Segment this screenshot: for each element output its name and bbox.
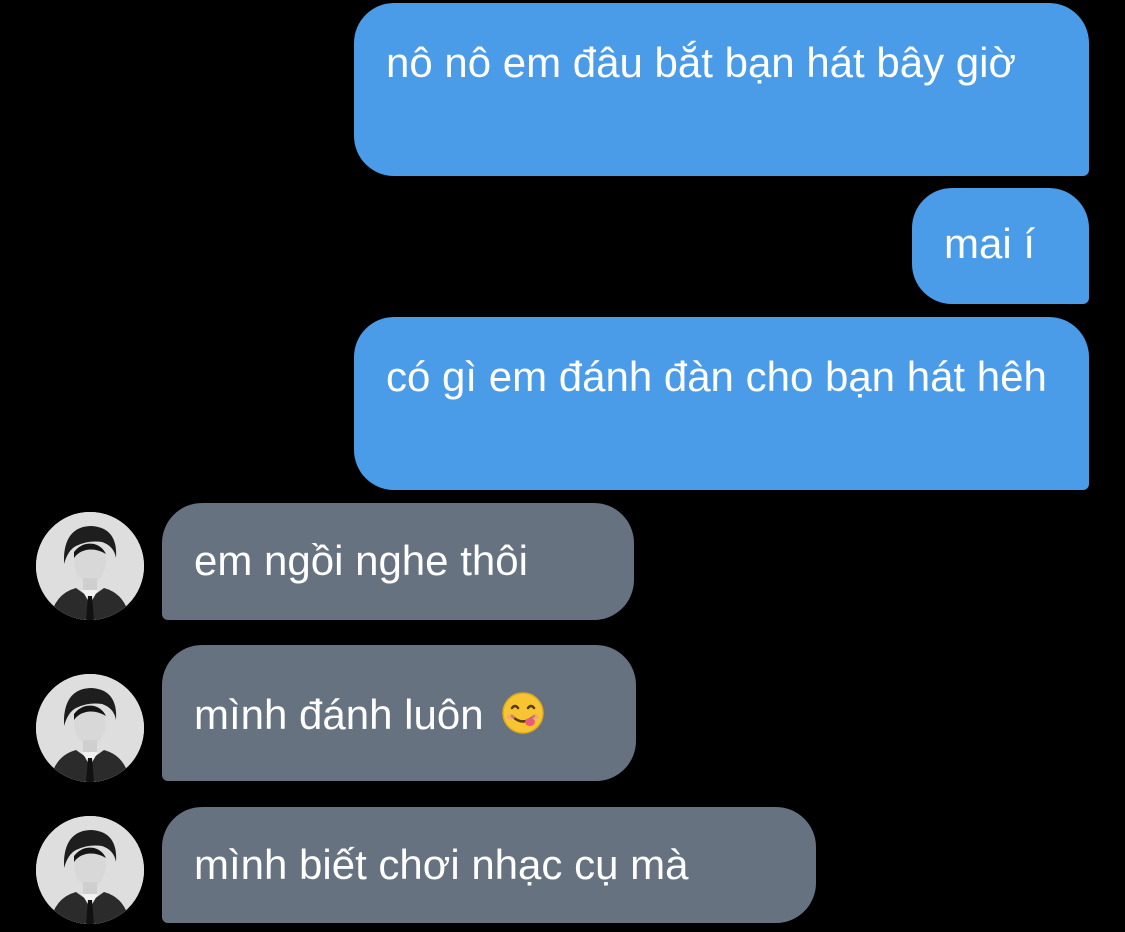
avatar[interactable] (36, 816, 144, 924)
message-bubble-outgoing[interactable]: có gì em đánh đàn cho bạn hát hêh (354, 317, 1089, 490)
avatar[interactable] (36, 512, 144, 620)
face-savoring-food-icon (501, 691, 545, 735)
message-text: mình đánh luôn (194, 691, 484, 738)
avatar[interactable] (36, 674, 144, 782)
message-bubble-incoming[interactable]: mình đánh luôn (162, 645, 636, 781)
message-bubble-outgoing[interactable]: mai í (912, 188, 1089, 304)
message-bubble-outgoing[interactable]: nô nô em đâu bắt bạn hát bây giờ (354, 3, 1089, 176)
message-text: mình biết chơi nhạc cụ mà (194, 841, 689, 888)
message-text: em ngồi nghe thôi (194, 537, 528, 584)
message-text: có gì em đánh đàn cho bạn hát hêh (386, 353, 1047, 400)
message-text: mai í (944, 220, 1036, 267)
message-text: nô nô em đâu bắt bạn hát bây giờ (386, 39, 1016, 86)
message-bubble-incoming[interactable]: mình biết chơi nhạc cụ mà (162, 807, 816, 923)
message-bubble-incoming[interactable]: em ngồi nghe thôi (162, 503, 634, 620)
